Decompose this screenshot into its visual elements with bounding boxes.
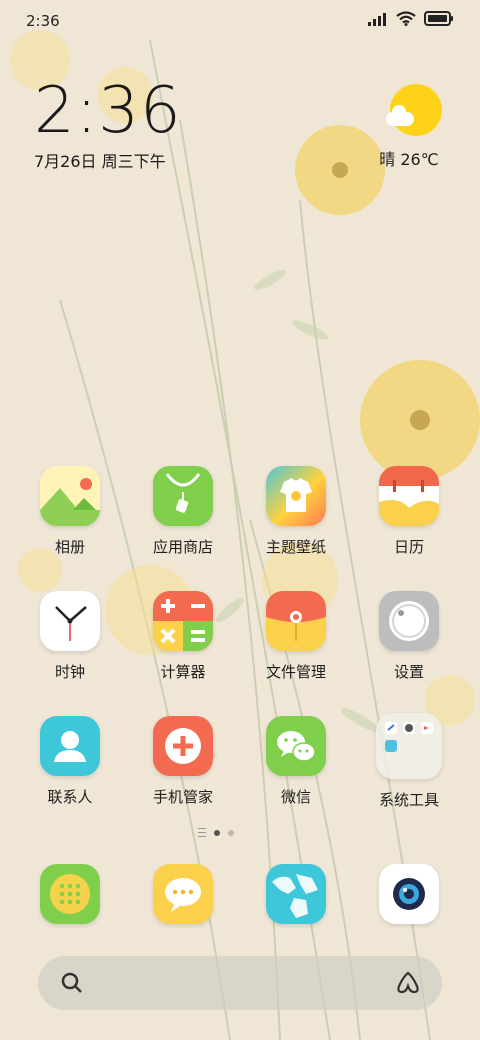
- app-label: 应用商店: [152, 538, 213, 556]
- messages-icon: [153, 864, 213, 924]
- app-label: 微信: [280, 788, 311, 806]
- app-security[interactable]: 手机管家: [128, 716, 238, 807]
- dock-phone[interactable]: [15, 864, 125, 924]
- signal-icon: [368, 12, 386, 26]
- app-label: 联系人: [47, 788, 93, 806]
- sun-cloud-icon: [386, 84, 442, 136]
- app-wechat[interactable]: 微信: [241, 716, 351, 807]
- assistant-icon[interactable]: [394, 970, 422, 996]
- browser-icon: [266, 864, 326, 924]
- shopping-bag-icon: [153, 466, 213, 526]
- weather-widget[interactable]: 晴 26℃: [379, 84, 444, 170]
- app-gallery[interactable]: 相册: [15, 466, 125, 557]
- app-settings[interactable]: 设置: [354, 591, 464, 682]
- app-label: 手机管家: [152, 788, 213, 806]
- app-label: 相册: [54, 538, 85, 556]
- app-label: 系统工具: [378, 791, 439, 809]
- calculator-icon: [153, 591, 213, 651]
- contacts-icon: [40, 716, 100, 776]
- weather-text: 晴 26℃: [379, 150, 439, 169]
- tshirt-icon: [266, 466, 326, 526]
- app-label: 设置: [393, 663, 424, 681]
- app-label: 时钟: [54, 663, 85, 681]
- dock-browser[interactable]: [241, 864, 351, 924]
- page-dot-active: [214, 829, 220, 836]
- status-time: 2:36: [26, 12, 60, 30]
- app-clock[interactable]: 时钟: [15, 591, 125, 682]
- camera-icon: [379, 864, 439, 924]
- status-icons: [368, 11, 454, 26]
- search-icon: [61, 972, 82, 993]
- app-drawer-indicator: [198, 828, 206, 837]
- app-contacts[interactable]: 联系人: [15, 716, 125, 807]
- page-dot: [228, 829, 234, 836]
- app-label: 计算器: [160, 663, 206, 681]
- app-label: 主题壁纸: [265, 538, 326, 556]
- app-themes[interactable]: 主题壁纸: [241, 466, 351, 557]
- security-plus-icon: [153, 716, 213, 776]
- clock-widget[interactable]: 2:36 7月26日 周三下午: [34, 76, 182, 172]
- wifi-icon: [396, 11, 416, 26]
- clock-icon: [40, 591, 100, 651]
- status-bar: 2:36: [0, 0, 480, 40]
- folder-preview-icon: [376, 713, 442, 779]
- clock-time: 2:36: [34, 74, 182, 148]
- search-bar[interactable]: [38, 956, 442, 1010]
- wechat-icon: [266, 716, 326, 776]
- app-file-manager[interactable]: 文件管理: [241, 591, 351, 682]
- app-calculator[interactable]: 计算器: [128, 591, 238, 682]
- dock-messages[interactable]: [128, 864, 238, 924]
- page-indicator[interactable]: [198, 828, 234, 837]
- app-label: 日历: [393, 538, 424, 556]
- folder-system-tools[interactable]: 系统工具: [354, 713, 464, 810]
- calendar-icon: [379, 466, 439, 526]
- phone-dialer-icon: [40, 864, 100, 924]
- gallery-icon: [40, 466, 100, 526]
- app-calendar[interactable]: 日历: [354, 466, 464, 557]
- settings-icon: [379, 591, 439, 651]
- clock-date: 7月26日 周三下午: [34, 152, 166, 171]
- app-store[interactable]: 应用商店: [128, 466, 238, 557]
- app-label: 文件管理: [265, 663, 326, 681]
- battery-icon: [424, 11, 453, 26]
- folder-icon: [266, 591, 326, 651]
- dock-camera[interactable]: [354, 864, 464, 924]
